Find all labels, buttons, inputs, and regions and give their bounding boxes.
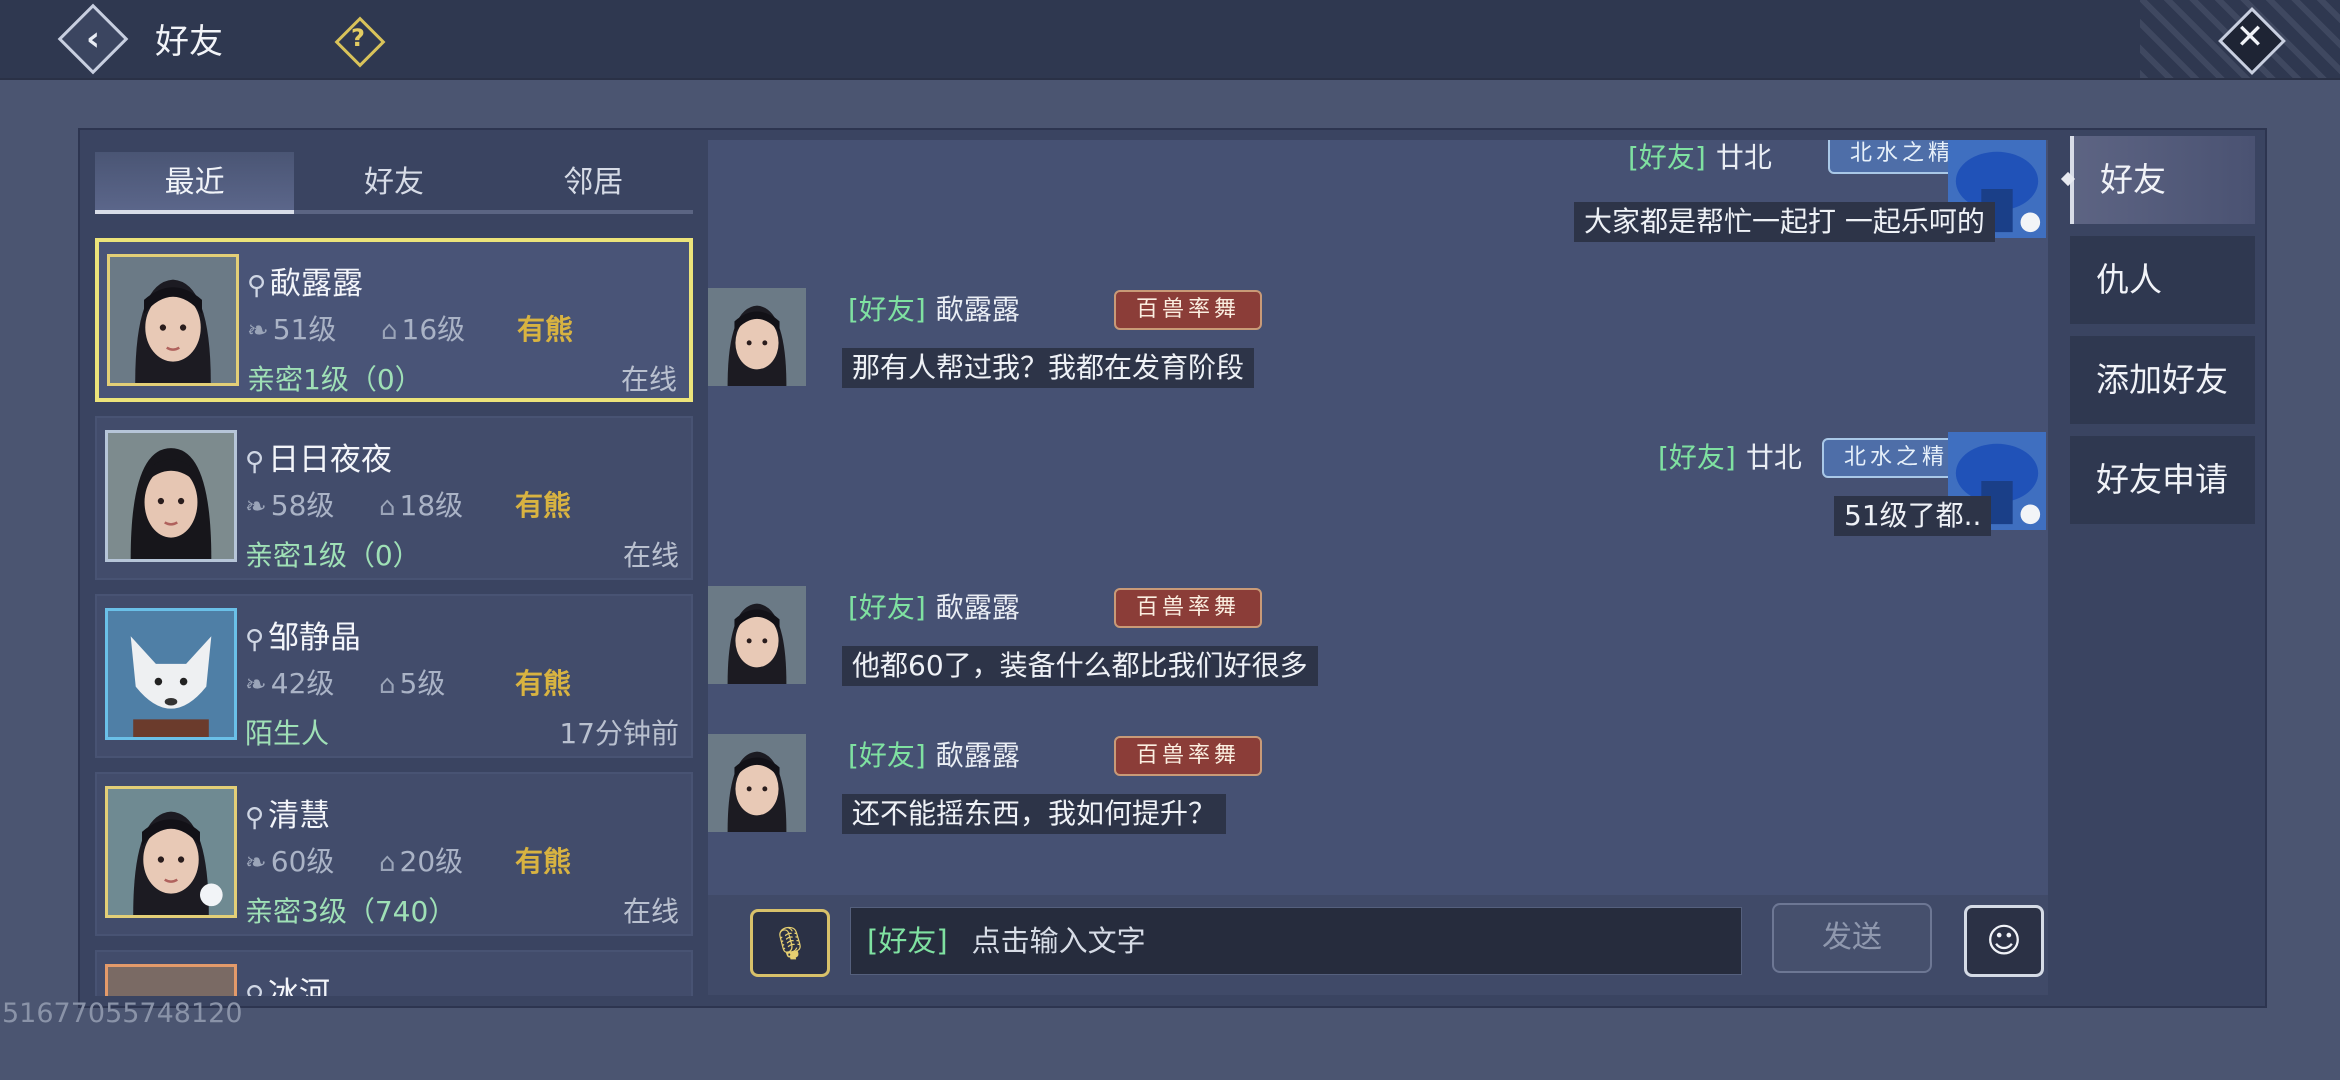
search-icon: ⚲ — [247, 271, 267, 301]
friend-name: ⚲ 邹静晶 — [245, 620, 362, 656]
message-bubble: 他都60了，装备什么都比我们好很多 — [842, 646, 1318, 686]
message-bubble: 51级了都.. — [1834, 496, 1992, 536]
friends-panel: 最近 好友 邻居 ⚲歃露露 ❧51级 ⌂16级 有熊 亲密1级（0） 在线 — [78, 128, 2267, 1008]
top-bar: ‹ 好友 ? ✕ — [0, 0, 2340, 80]
friend-card[interactable]: ⚲ 冰河 — [95, 950, 693, 996]
chat-input-bar: 🎙 [好友] 点击输入文字 发送 ☺ — [708, 895, 2048, 995]
title-badge: 百兽率舞 — [1114, 290, 1263, 330]
guild-tag: 有熊 — [517, 313, 574, 346]
friend-card[interactable]: ⚲ 邹静晶 ❧ 42级 ⌂ 5级 有熊 陌生人 17分钟前 — [95, 594, 693, 758]
character-portrait-icon — [708, 734, 806, 832]
intimacy-level: 亲密1级（0） — [245, 539, 421, 572]
house-level: ⌂ 18级 — [379, 489, 464, 522]
character-portrait-icon — [708, 288, 806, 386]
tab-neighbors[interactable]: 邻居 — [493, 152, 693, 214]
side-menu: 好友 仇人 添加好友 好友申请 — [2070, 136, 2255, 536]
page-title: 好友 — [155, 22, 223, 62]
message-bubble: 大家都是帮忙一起打 一起乐呵的 — [1574, 202, 1995, 242]
search-icon: ⚲ — [245, 803, 265, 833]
side-item-friend-requests[interactable]: 好友申请 — [2070, 436, 2255, 524]
avatar — [107, 254, 239, 386]
chat-log[interactable]: [好友] 廿北 北水之精 大家都是帮忙一起打 一起乐呵的 [好友] 歃露露 百兽… — [708, 140, 2048, 895]
guild-tag: 有熊 — [515, 489, 572, 522]
channel-tag: [好友] — [867, 924, 948, 958]
online-status: 在线 — [622, 895, 679, 928]
fox-portrait-icon — [108, 611, 234, 737]
online-status: 17分钟前 — [559, 717, 679, 750]
guild-tag: 有熊 — [515, 667, 572, 700]
player-level: ❧ 60级 — [245, 845, 335, 878]
title-badge: 百兽率舞 — [1114, 588, 1263, 628]
search-icon: ⚲ — [245, 447, 265, 477]
friend-name: ⚲ 歃露露 — [247, 266, 364, 302]
house-icon: ⌂ — [379, 492, 396, 522]
character-portrait-icon — [108, 433, 234, 559]
avatar[interactable] — [708, 288, 806, 386]
avatar — [105, 430, 237, 562]
voice-button[interactable]: 🎙 — [750, 909, 830, 977]
avatar[interactable] — [708, 734, 806, 832]
house-level: ⌂ 20级 — [379, 845, 464, 878]
intimacy-level: 亲密1级（0） — [247, 363, 423, 396]
side-item-enemies[interactable]: 仇人 — [2070, 236, 2255, 324]
friend-name: ⚲ 清慧 — [245, 798, 331, 834]
level-icon: ❧ — [245, 492, 267, 522]
back-button[interactable]: ‹ — [57, 3, 129, 75]
input-placeholder: 点击输入文字 — [971, 924, 1146, 958]
message-sender: [好友] 歃露露 — [848, 739, 1020, 772]
character-portrait-icon — [108, 967, 234, 996]
close-button[interactable]: ✕ — [2216, 5, 2286, 75]
character-portrait-icon — [108, 789, 234, 915]
title-badge: 百兽率舞 — [1114, 736, 1263, 776]
message-bubble: 那有人帮过我？我都在发育阶段 — [842, 348, 1255, 388]
house-icon: ⌂ — [379, 670, 396, 700]
house-level: ⌂ 16级 — [381, 313, 466, 346]
friend-tabs: 最近 好友 邻居 — [95, 152, 693, 214]
online-status: 在线 — [622, 539, 679, 572]
message-sender: [好友] 歃露露 — [848, 293, 1020, 326]
intimacy-level: 陌生人 — [245, 717, 330, 750]
avatar — [105, 608, 237, 740]
emoji-icon: ☺ — [1986, 921, 2022, 961]
message-sender: [好友] 歃露露 — [848, 591, 1020, 624]
guild-tag: 有熊 — [515, 845, 572, 878]
message-sender: [好友] 廿北 — [1628, 141, 1772, 174]
player-level: ❧ 51级 — [247, 313, 337, 346]
avatar[interactable] — [708, 586, 806, 684]
friend-name: ⚲ 冰河 — [245, 968, 330, 996]
send-button[interactable]: 发送 — [1772, 903, 1932, 973]
side-item-friends[interactable]: 好友 — [2070, 136, 2255, 224]
friend-list[interactable]: ⚲ 歃露露 ❧ 51级 ⌂ 16级 有熊 亲密1级（0） 在线 ⚲ 日日夜夜 ❧ 58级 … — [95, 238, 693, 996]
message-input[interactable]: [好友] 点击输入文字 — [850, 907, 1742, 975]
player-level: ❧ 42级 — [245, 667, 335, 700]
friend-card[interactable]: ⚲ 日日夜夜 ❧ 58级 ⌂ 18级 有熊 亲密1级（0） 在线 — [95, 416, 693, 580]
search-icon: ⚲ — [245, 981, 265, 996]
search-icon: ⚲ — [245, 625, 265, 655]
level-icon: ❧ — [245, 848, 267, 878]
player-level: ❧ 58级 — [245, 489, 335, 522]
side-item-add-friend[interactable]: 添加好友 — [2070, 336, 2255, 424]
online-status: 在线 — [620, 363, 677, 396]
character-portrait-icon — [110, 257, 236, 383]
intimacy-level: 亲密3级（740） — [245, 895, 457, 928]
tab-recent[interactable]: 最近 — [95, 152, 295, 214]
tab-friends[interactable]: 好友 — [294, 152, 494, 214]
house-icon: ⌂ — [381, 316, 398, 346]
user-id: 51677055748120 — [2, 998, 243, 1029]
emoji-button[interactable]: ☺ — [1964, 905, 2044, 977]
house-icon: ⌂ — [379, 848, 396, 878]
friend-card[interactable]: ⚲ 清慧 ❧ 60级 ⌂ 20级 有熊 亲密3级（740） 在线 — [95, 772, 693, 936]
character-portrait-icon — [708, 586, 806, 684]
help-button[interactable]: ? — [334, 16, 386, 68]
message-sender: [好友] 廿北 — [1658, 441, 1802, 474]
avatar — [105, 786, 237, 918]
message-bubble: 还不能摇东西，我如何提升？ — [842, 794, 1227, 834]
level-icon: ❧ — [247, 316, 269, 346]
microphone-icon: 🎙 — [769, 924, 811, 962]
avatar — [105, 964, 237, 996]
friend-card[interactable]: ⚲ 歃露露 ❧ 51级 ⌂ 16级 有熊 亲密1级（0） 在线 — [95, 238, 693, 402]
house-level: ⌂ 5级 — [379, 667, 446, 700]
friend-name: ⚲ 日日夜夜 — [245, 442, 393, 478]
level-icon: ❧ — [245, 670, 267, 700]
